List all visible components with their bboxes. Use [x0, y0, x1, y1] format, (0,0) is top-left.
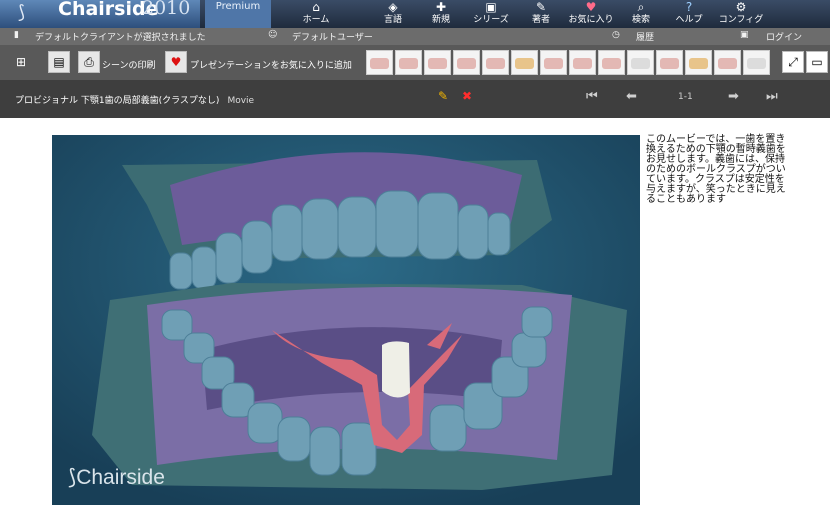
nav-search[interactable]: ⌕ 検索 — [618, 0, 664, 28]
page-icon[interactable]: ▤ — [48, 51, 70, 73]
nav-language[interactable]: ◈ 言語 — [370, 0, 416, 28]
scene-thumbnail[interactable] — [453, 50, 480, 75]
add-favorite-button[interactable]: プレゼンテーションをお気に入りに追加 — [190, 58, 352, 71]
presentation-title: プロビジョナル 下顎1歯の局部義歯(クラスプなし) Movie — [15, 93, 254, 106]
edition-badge: Premium — [205, 0, 271, 28]
nav-config-label: コンフィグ — [718, 15, 764, 25]
nav-series-label: シリーズ — [473, 15, 509, 25]
movie-description: このムービーでは、一歯を置き換えるための下顎の暫時義歯をお見せします。義歯には、… — [646, 134, 786, 205]
client-status: デフォルトクライアントが選択されました — [35, 33, 206, 43]
presentation-title-bar: プロビジョナル 下顎1歯の局部義歯(クラスプなし) Movie ✎ ✖ ⏮ ⬅ 1… — [0, 80, 830, 118]
nav-help-label: ヘルプ — [675, 15, 703, 25]
edit-pencil-icon[interactable]: ✎ — [438, 89, 448, 103]
new-icon: ✚ — [435, 0, 447, 14]
app-logo: ⟆ Chairside 2010 — [0, 0, 200, 28]
nav-help[interactable]: ? ヘルプ — [666, 0, 712, 28]
nav-favorites-label: お気に入り — [568, 15, 614, 25]
nav-author[interactable]: ✎ 著者 — [518, 0, 564, 28]
nav-config[interactable]: ⚙ コンフィグ — [718, 0, 764, 28]
config-icon: ⚙ — [735, 0, 747, 14]
login-link[interactable]: ログイン — [766, 30, 802, 43]
watermark-icon: ⟆ — [68, 466, 77, 489]
scene-thumbnail[interactable] — [598, 50, 625, 75]
dental-animation-frame — [52, 135, 640, 505]
nav-new[interactable]: ✚ 新規 — [418, 0, 464, 28]
scene-thumbnail[interactable] — [511, 50, 538, 75]
print-scene-button[interactable]: シーンの印刷 — [102, 58, 156, 71]
help-icon: ? — [685, 0, 693, 14]
scene-thumbnail[interactable] — [569, 50, 596, 75]
scene-thumbnail[interactable] — [395, 50, 422, 75]
presentation-type: Movie — [227, 96, 255, 106]
previous-page-icon[interactable]: ⬅ — [626, 89, 637, 104]
author-icon: ✎ — [535, 0, 547, 14]
nav-series[interactable]: ▣ シリーズ — [468, 0, 514, 28]
user-icon: ☺ — [268, 30, 278, 40]
screen-icon[interactable]: ▭ — [806, 51, 828, 73]
scene-thumbnail[interactable] — [482, 50, 509, 75]
scene-thumbnail[interactable] — [714, 50, 741, 75]
presentation-title-text: プロビジョナル 下顎1歯の局部義歯(クラスプなし) — [15, 96, 220, 106]
nav-language-label: 言語 — [383, 15, 402, 25]
home-icon: ⌂ — [312, 0, 320, 14]
search-icon: ⌕ — [637, 0, 645, 14]
fullscreen-grid-icon[interactable]: ⊞ — [10, 51, 32, 73]
watermark-text: Chairside — [76, 466, 165, 489]
scene-thumbnail[interactable] — [656, 50, 683, 75]
last-page-icon[interactable]: ⏭ — [766, 89, 778, 104]
movie-player[interactable]: ⟆Chairside — [52, 135, 640, 505]
scene-thumbnail[interactable] — [743, 50, 770, 75]
heart-icon[interactable]: ♥ — [165, 51, 187, 73]
client-icon: ▮ — [14, 30, 19, 40]
scene-thumbnail[interactable] — [540, 50, 567, 75]
first-page-icon[interactable]: ⏮ — [586, 89, 598, 104]
language-icon: ◈ — [388, 0, 398, 14]
scene-thumbnail[interactable] — [685, 50, 712, 75]
presentation-toolbar: ⊞ ▤ ⎙ シーンの印刷 ♥ プレゼンテーションをお気に入りに追加 ⤢ ▭ — [0, 45, 830, 80]
top-nav-bar: ⟆ Chairside 2010 Premium ⌂ ホーム ◈ 言語 ✚ 新規… — [0, 0, 830, 28]
chairside-logo-icon: ⟆ — [18, 2, 26, 23]
lock-icon: ▣ — [740, 30, 749, 40]
nav-favorites[interactable]: ♥ お気に入り — [568, 0, 614, 28]
delete-x-icon[interactable]: ✖ — [462, 89, 472, 103]
print-icon[interactable]: ⎙ — [78, 51, 100, 73]
scene-thumbnail[interactable] — [366, 50, 393, 75]
nav-author-label: 著者 — [531, 15, 550, 25]
history-link[interactable]: 履歴 — [636, 30, 654, 43]
expand-icon[interactable]: ⤢ — [782, 51, 804, 73]
scene-thumbnail[interactable] — [424, 50, 451, 75]
scene-thumbnail[interactable] — [627, 50, 654, 75]
favorites-icon: ♥ — [585, 0, 597, 14]
next-page-icon[interactable]: ➡ — [728, 89, 739, 104]
chairside-watermark: ⟆Chairside — [68, 465, 165, 490]
current-user[interactable]: デフォルトユーザー — [292, 30, 373, 43]
nav-home-label: ホーム — [302, 15, 330, 25]
page-indicator: 1-1 — [678, 92, 693, 102]
brand-year: 2010 — [142, 0, 191, 19]
clock-icon: ◷ — [612, 30, 620, 40]
nav-new-label: 新規 — [431, 15, 450, 25]
series-icon: ▣ — [485, 0, 497, 14]
nav-search-label: 検索 — [631, 15, 650, 25]
nav-home[interactable]: ⌂ ホーム — [293, 0, 339, 28]
status-bar: ▮ デフォルトクライアントが選択されました ☺ デフォルトユーザー ◷ 履歴 ▣… — [0, 28, 830, 45]
